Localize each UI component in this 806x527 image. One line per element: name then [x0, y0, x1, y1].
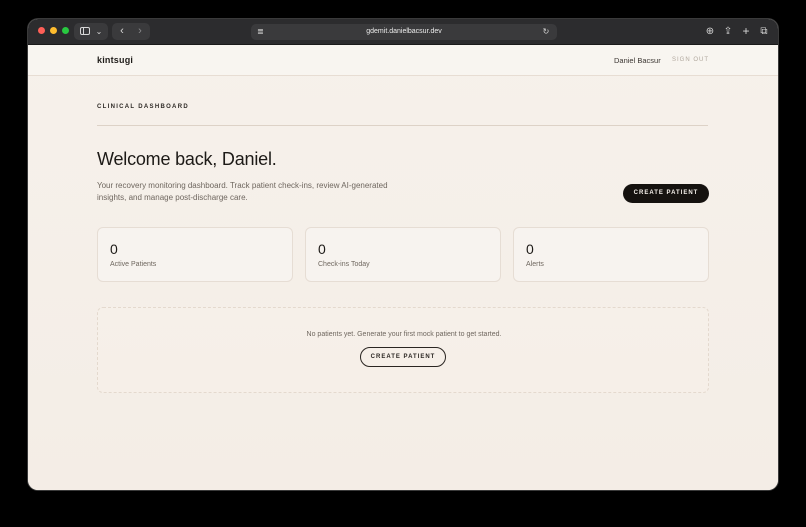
section-label: CLINICAL DASHBOARD	[97, 104, 189, 110]
reload-icon[interactable]: ↻	[541, 24, 551, 40]
browser-window: ⌄ ‹ › ≣ gdemit.danielbacsur.dev ↻ ⊕ ⇪ + …	[28, 19, 778, 490]
page-content: kintsugi Daniel Bacsur SIGN OUT CLINICAL…	[28, 45, 778, 490]
page-subtitle: Your recovery monitoring dashboard. Trac…	[97, 181, 388, 202]
navigation-buttons: ‹ ›	[112, 23, 150, 40]
user-name: Daniel Bacsur	[614, 56, 661, 65]
address-bar[interactable]: ≣ gdemit.danielbacsur.dev ↻	[251, 24, 557, 40]
plus-icon[interactable]: +	[739, 23, 753, 40]
create-patient-button[interactable]: CREATE PATIENT	[623, 184, 709, 203]
empty-state-panel: No patients yet. Generate your first moc…	[97, 307, 709, 393]
stat-value: 0	[318, 241, 326, 257]
stat-label: Active Patients	[110, 261, 157, 268]
share-icon[interactable]: ⇪	[721, 23, 735, 40]
stat-label: Check-ins Today	[318, 261, 370, 268]
stat-value: 0	[526, 241, 534, 257]
stat-card-active-patients: 0 Active Patients	[97, 227, 293, 282]
minimize-window-button[interactable]	[50, 27, 57, 34]
chevron-right-icon[interactable]: ›	[133, 23, 147, 40]
sidebar-icon	[80, 27, 90, 35]
stat-value: 0	[110, 241, 118, 257]
close-window-button[interactable]	[38, 27, 45, 34]
app-header: kintsugi Daniel Bacsur SIGN OUT	[28, 45, 778, 76]
empty-state-message: No patients yet. Generate your first moc…	[306, 331, 502, 338]
sidebar-toggle-button[interactable]: ⌄	[74, 23, 108, 40]
chevron-down-icon: ⌄	[95, 27, 103, 36]
download-icon[interactable]: ⊕	[703, 23, 717, 40]
empty-state-create-patient-button[interactable]: CREATE PATIENT	[360, 347, 446, 367]
page-title: Welcome back, Daniel.	[97, 149, 277, 169]
stat-label: Alerts	[526, 261, 544, 268]
sign-out-link[interactable]: SIGN OUT	[672, 57, 709, 63]
url-text: gdemit.danielbacsur.dev	[366, 28, 442, 35]
browser-toolbar: ⌄ ‹ › ≣ gdemit.danielbacsur.dev ↻ ⊕ ⇪ + …	[28, 19, 778, 45]
brand-logo[interactable]: kintsugi	[97, 55, 133, 65]
divider	[97, 125, 708, 126]
zoom-window-button[interactable]	[62, 27, 69, 34]
tabs-overview-icon[interactable]: ⧉	[757, 23, 771, 40]
stat-card-check-ins-today: 0 Check-ins Today	[305, 227, 501, 282]
chevron-left-icon[interactable]: ‹	[115, 23, 129, 40]
stat-card-alerts: 0 Alerts	[513, 227, 709, 282]
